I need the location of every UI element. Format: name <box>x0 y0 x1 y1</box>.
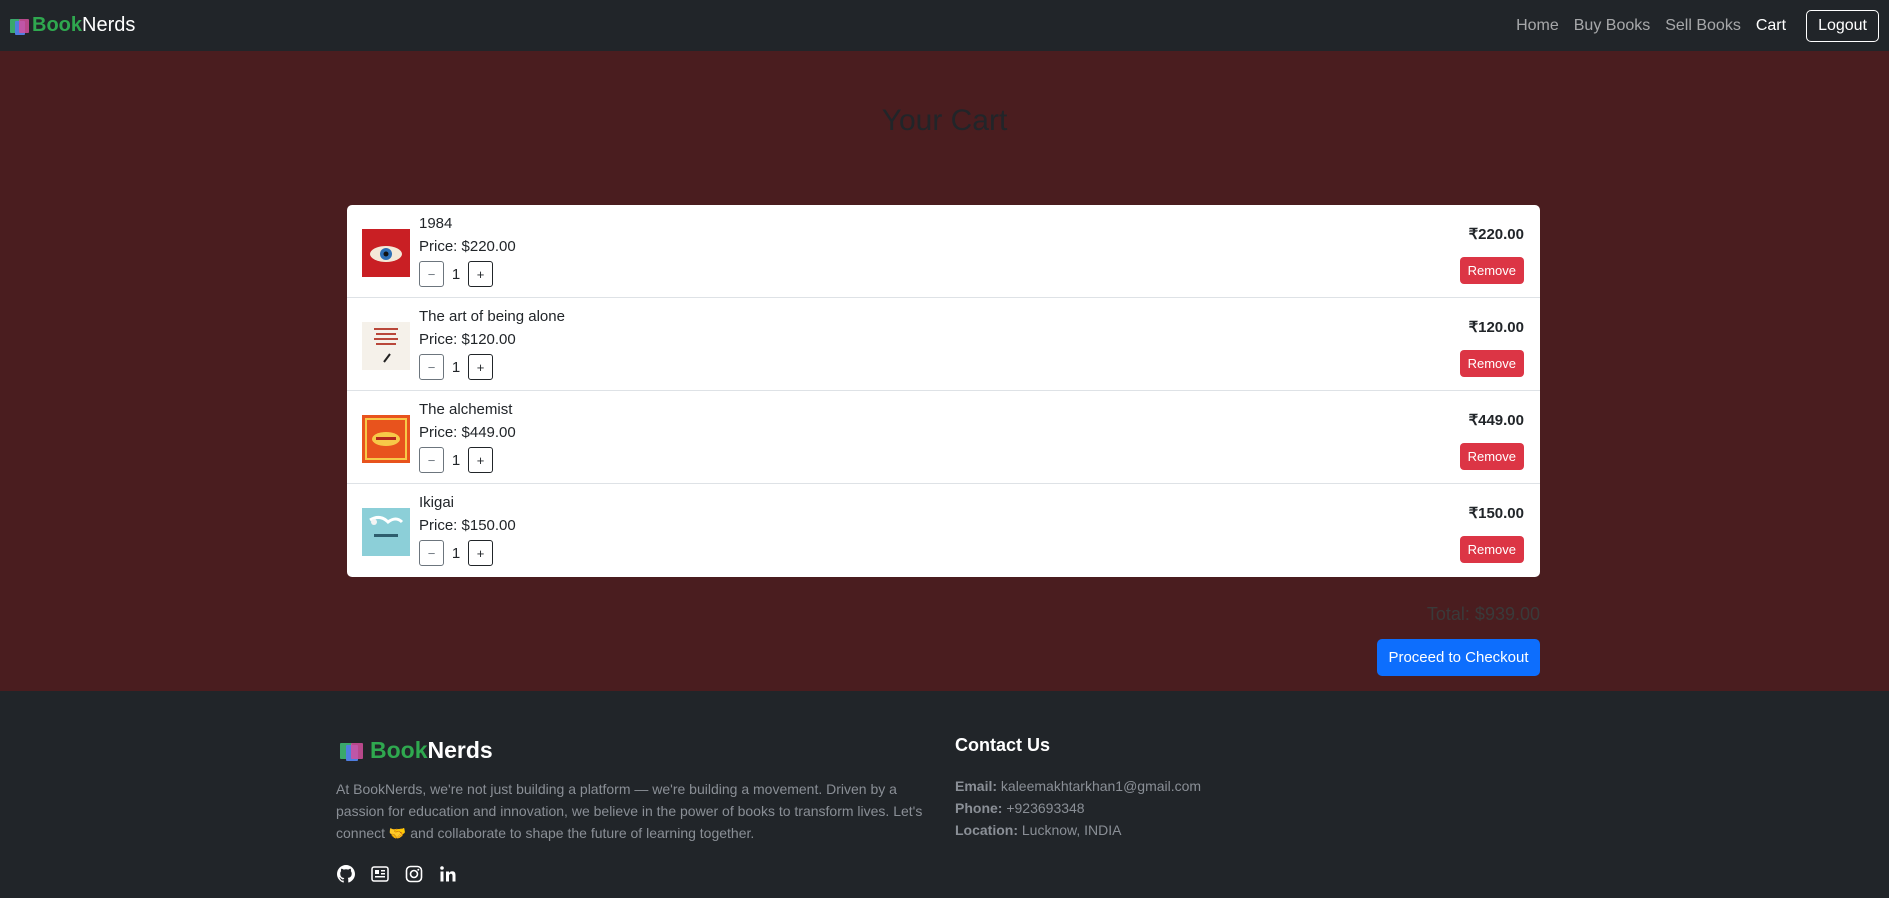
cart-page: Your Cart 1984 Price: $220.00 − 1 + ₹220… <box>0 51 1889 691</box>
cart-item: The alchemist Price: $449.00 − 1 + ₹449.… <box>347 391 1540 484</box>
footer-brand-book: Book <box>370 737 428 763</box>
remove-button[interactable]: Remove <box>1459 257 1524 284</box>
cart-total: Total: $939.00 <box>1426 604 1540 624</box>
decrease-qty-button[interactable]: − <box>419 447 444 473</box>
book-cover-art-of-being-alone <box>362 322 410 370</box>
github-icon[interactable] <box>336 864 356 884</box>
cart-list: 1984 Price: $220.00 − 1 + ₹220.00 Remove <box>347 205 1540 577</box>
remove-button[interactable]: Remove <box>1459 443 1524 470</box>
increase-qty-button[interactable]: + <box>468 261 493 287</box>
brand-book-text: Book <box>32 14 82 36</box>
item-title: 1984 <box>419 215 453 232</box>
books-icon <box>10 17 29 35</box>
book-cover-alchemist <box>362 415 410 463</box>
contact-info: Email: kaleemakhtarkhan1@gmail.com Phone… <box>955 775 1201 841</box>
nav-home[interactable]: Home <box>1516 17 1559 35</box>
item-total: ₹449.00 <box>1468 412 1524 429</box>
increase-qty-button[interactable]: + <box>468 354 493 380</box>
remove-button[interactable]: Remove <box>1459 350 1524 377</box>
newspaper-icon[interactable] <box>370 864 390 884</box>
item-quantity: 1 <box>451 544 461 562</box>
item-quantity: 1 <box>451 265 461 283</box>
decrease-qty-button[interactable]: − <box>419 261 444 287</box>
increase-qty-button[interactable]: + <box>468 447 493 473</box>
remove-button[interactable]: Remove <box>1459 536 1524 563</box>
item-total: ₹150.00 <box>1468 505 1524 522</box>
instagram-icon[interactable] <box>404 864 424 884</box>
increase-qty-button[interactable]: + <box>468 540 493 566</box>
phone-label: Phone: <box>955 800 1003 816</box>
email-value[interactable]: kaleemakhtarkhan1@gmail.com <box>1001 778 1201 794</box>
footer: Book Nerds At BookNerds, we're not just … <box>0 691 1889 898</box>
book-cover-ikigai <box>362 508 410 556</box>
item-quantity: 1 <box>451 358 461 376</box>
linkedin-icon[interactable] <box>438 864 458 884</box>
item-title: Ikigai <box>419 494 455 511</box>
cart-item: The art of being alone Price: $120.00 − … <box>347 298 1540 391</box>
nav-cart[interactable]: Cart <box>1756 17 1786 35</box>
nav-buy-books[interactable]: Buy Books <box>1574 17 1650 35</box>
email-label: Email: <box>955 778 998 794</box>
item-title: The alchemist <box>419 401 513 418</box>
cart-item: Ikigai Price: $150.00 − 1 + ₹150.00 Remo… <box>347 484 1540 577</box>
decrease-qty-button[interactable]: − <box>419 540 444 566</box>
footer-brand-nerds: Nerds <box>427 737 493 763</box>
checkout-button[interactable]: Proceed to Checkout <box>1377 639 1540 676</box>
item-quantity: 1 <box>451 451 461 469</box>
footer-about: At BookNerds, we're not just building a … <box>336 781 923 841</box>
item-total: ₹120.00 <box>1468 319 1524 336</box>
navbar: Book Nerds Home Buy Books Sell Books Car… <box>0 0 1889 51</box>
item-title: The art of being alone <box>419 308 565 325</box>
brand-logo[interactable]: Book Nerds <box>10 14 135 37</box>
brand-nerds-text: Nerds <box>82 14 136 36</box>
books-icon <box>340 740 364 762</box>
footer-brand: Book Nerds <box>340 737 493 764</box>
cart-item: 1984 Price: $220.00 − 1 + ₹220.00 Remove <box>347 205 1540 298</box>
decrease-qty-button[interactable]: − <box>419 354 444 380</box>
item-price: Price: $150.00 <box>419 517 516 534</box>
item-total: ₹220.00 <box>1468 226 1524 243</box>
social-icons <box>336 864 472 884</box>
phone-value: +923693348 <box>1006 800 1085 816</box>
nav-sell-books[interactable]: Sell Books <box>1665 17 1741 35</box>
book-cover-1984 <box>362 229 410 277</box>
contact-title: Contact Us <box>955 735 1051 755</box>
page-title: Your Cart <box>881 104 1008 137</box>
logout-button[interactable]: Logout <box>1806 9 1879 42</box>
item-price: Price: $220.00 <box>419 238 516 255</box>
item-price: Price: $449.00 <box>419 424 516 441</box>
location-label: Location: <box>955 822 1018 838</box>
item-price: Price: $120.00 <box>419 331 516 348</box>
nav-links: Home Buy Books Sell Books Cart Logout <box>1501 9 1879 42</box>
location-value: Lucknow, INDIA <box>1021 822 1122 838</box>
